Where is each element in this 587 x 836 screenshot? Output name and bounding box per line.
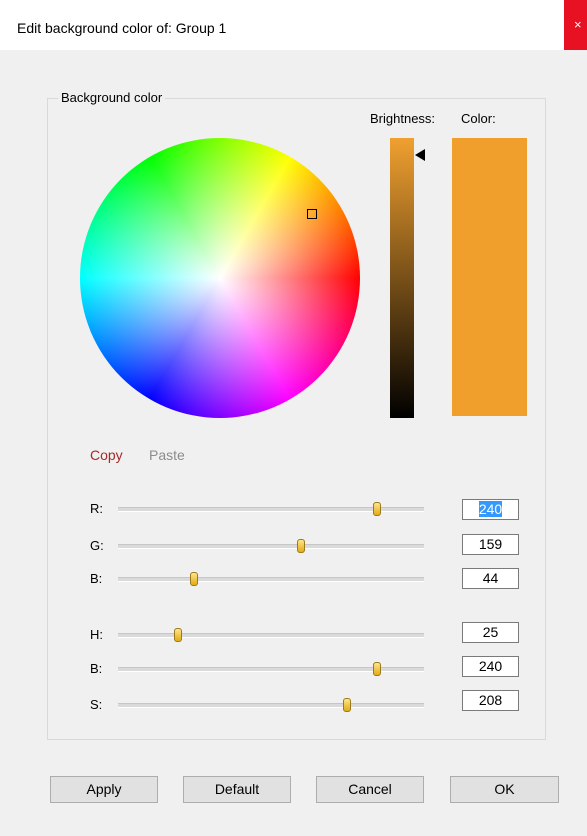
- color-preview-swatch: [452, 138, 527, 416]
- close-icon: ×: [574, 17, 582, 32]
- brightness-value-text: 240: [478, 658, 503, 674]
- b-value-input[interactable]: 44: [462, 568, 519, 589]
- b-slider-track[interactable]: [118, 572, 424, 586]
- s-value-text: 208: [478, 692, 503, 708]
- brightness-label: Brightness:: [370, 111, 436, 126]
- h-value-text: 25: [482, 624, 499, 640]
- brightness-arrow-icon[interactable]: [415, 148, 425, 161]
- r-label: R:: [90, 501, 103, 516]
- b-label: B:: [90, 571, 103, 586]
- h-label: H:: [90, 627, 103, 642]
- title-bar: Edit background color of: Group 1 ×: [0, 0, 587, 50]
- s-slider-track[interactable]: [118, 698, 424, 712]
- g-slider-track[interactable]: [118, 539, 424, 553]
- color-wheel-selection-marker[interactable]: [307, 209, 317, 219]
- close-button[interactable]: ×: [564, 0, 587, 50]
- cancel-button[interactable]: Cancel: [316, 776, 424, 803]
- r-slider-thumb[interactable]: [373, 502, 381, 516]
- window-title: Edit background color of: Group 1: [17, 20, 227, 36]
- s-label: S:: [90, 697, 103, 712]
- b-slider-thumb[interactable]: [190, 572, 199, 586]
- ok-button[interactable]: OK: [450, 776, 559, 803]
- copy-link[interactable]: Copy: [90, 447, 123, 463]
- brightness-value-input[interactable]: 240: [462, 656, 519, 677]
- apply-button[interactable]: Apply: [50, 776, 158, 803]
- s-slider-thumb[interactable]: [343, 698, 352, 712]
- g-value-text: 159: [478, 536, 503, 552]
- paste-link: Paste: [149, 447, 185, 463]
- r-slider-track[interactable]: [118, 502, 424, 516]
- g-label: G:: [90, 538, 104, 553]
- s-value-input[interactable]: 208: [462, 690, 519, 711]
- brightness-slider-thumb[interactable]: [373, 662, 381, 676]
- groupbox-label: Background color: [58, 90, 166, 105]
- brightness-bar[interactable]: [390, 138, 414, 418]
- b-value-text: 44: [482, 570, 499, 586]
- color-label: Color:: [461, 111, 496, 126]
- g-slider-thumb[interactable]: [297, 539, 306, 553]
- default-button[interactable]: Default: [183, 776, 291, 803]
- r-value-text: 240: [478, 501, 503, 517]
- h-value-input[interactable]: 25: [462, 622, 519, 643]
- g-value-input[interactable]: 159: [462, 534, 519, 555]
- h-slider-track[interactable]: [118, 628, 424, 642]
- r-value-input[interactable]: 240: [462, 499, 519, 520]
- color-wheel-saturation: [80, 138, 360, 418]
- color-wheel[interactable]: [80, 138, 360, 418]
- h-slider-thumb[interactable]: [173, 628, 182, 642]
- brightness-slider-label: B:: [90, 661, 103, 676]
- brightness-slider-track[interactable]: [118, 662, 424, 676]
